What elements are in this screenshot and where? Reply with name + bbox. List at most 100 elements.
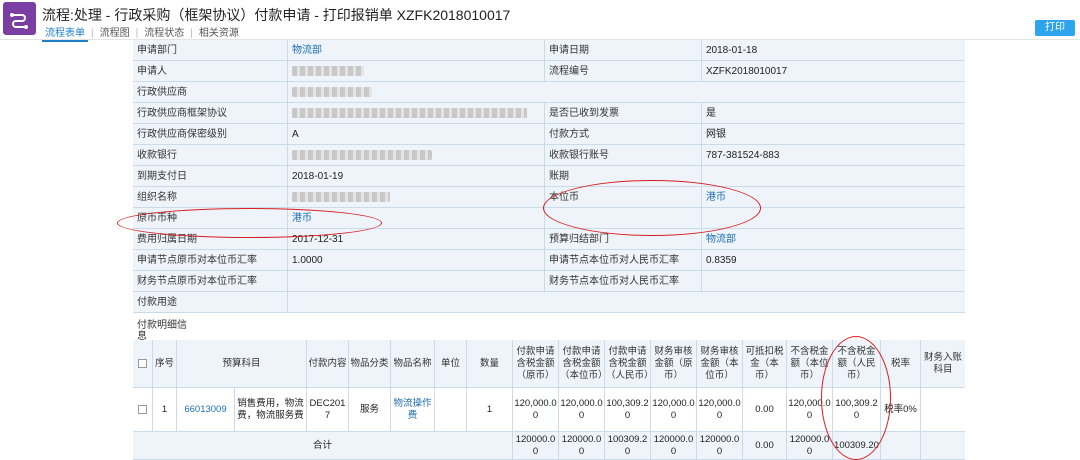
field-value: 1.0000 [288,250,545,271]
total-cell: 120000.00 [559,432,605,460]
total-cell: 0.00 [743,432,787,460]
field-label: 行政供应商保密级别 [133,124,288,145]
total-cell: 120000.00 [651,432,697,460]
column-header: 财务审核金额（原币） [651,340,697,388]
field-value [288,292,965,313]
field-label: 是否已收到发票 [545,103,702,124]
total-cell [881,432,921,460]
tab-resources[interactable]: 相关资源 [196,24,242,39]
field-value [288,271,545,292]
row-checkbox[interactable] [138,405,147,414]
select-all-header [133,340,153,388]
field-value: 网银 [706,129,726,140]
total-cell [921,432,965,460]
form-row: 行政供应商框架协议 是否已收到发票 是 [133,103,965,124]
redacted-value [288,145,545,166]
tab-status[interactable]: 流程状态 [141,24,187,39]
form-row: 组织名称 本位币 港币 [133,187,965,208]
field-value: A [288,124,545,145]
column-header: 不含税金额（人民币） [833,340,881,388]
column-header: 预算科目 [177,340,307,388]
field-value: 2018-01-18 [706,45,758,56]
form-row: 收款银行 收款银行账号 787-381524-883 [133,145,965,166]
column-header: 税率 [881,340,921,388]
column-header: 物品分类 [349,340,391,388]
table-cell: 销售费用，物流费，物流服务费 [235,388,307,432]
field-label: 本位币 [545,187,702,208]
form-row: 申请部门 物流部 申请日期 2018-01-18 [133,40,965,61]
field-label: 账期 [545,166,702,187]
column-header: 财务审核金额（本位币） [697,340,743,388]
field-value: 港币 [706,192,726,203]
column-header: 可抵扣税金（本币） [743,340,787,388]
item-name-link[interactable]: 物流操作费 [391,388,435,432]
field-label: 付款方式 [545,124,702,145]
field-label [545,208,702,229]
table-cell: 1 [153,388,177,432]
field-label: 申请人 [133,61,288,82]
table-cell: 120,000.00 [513,388,559,432]
field-label: 行政供应商 [133,82,288,103]
table-cell: 120,000.00 [697,388,743,432]
field-value: 0.8359 [706,255,737,266]
column-header: 财务入账科目 [921,340,965,388]
header-bar: 流程:处理 - 行政采购（框架协议）付款申请 - 打印报销单 XZFK20180… [0,0,1080,42]
form-frame: 申请部门 物流部 申请日期 2018-01-18 申请人 流程编号 XZFK20… [133,40,965,460]
select-all-checkbox[interactable] [138,359,147,368]
field-label: 费用归属日期 [133,229,288,250]
field-label: 财务节点原币对本位币汇率 [133,271,288,292]
field-label: 组织名称 [133,187,288,208]
workflow-app-icon [3,2,36,35]
form-row: 申请人 流程编号 XZFK2018010017 [133,61,965,82]
field-label: 到期支付日 [133,166,288,187]
column-header: 付款内容 [307,340,349,388]
column-header: 付款申请含税金额（人民币） [605,340,651,388]
total-label: 合计 [133,432,513,460]
field-value: 2018-01-19 [288,166,545,187]
table-cell: DEC2017 [307,388,349,432]
form-row: 到期支付日 2018-01-19 账期 [133,166,965,187]
field-label: 收款银行 [133,145,288,166]
page-title: 流程:处理 - 行政采购（框架协议）付款申请 - 打印报销单 XZFK20180… [42,7,511,23]
field-value [702,208,965,229]
column-header: 不含税金额（本位币） [787,340,833,388]
redacted-value [288,82,965,103]
table-cell [921,388,965,432]
field-value: 物流部 [706,234,736,245]
form-row: 行政供应商保密级别 A 付款方式 网银 [133,124,965,145]
print-button[interactable]: 打印 [1035,20,1075,36]
column-header: 数量 [467,340,513,388]
total-cell: 120000.00 [697,432,743,460]
table-cell: 120,000.00 [787,388,833,432]
redacted-value [288,187,545,208]
redacted-value [288,103,545,124]
table-cell: 100,309.20 [833,388,881,432]
redacted-value [288,61,545,82]
tab-flowchart[interactable]: 流程图 [97,24,133,39]
total-cell: 120000.00 [513,432,559,460]
field-label: 申请部门 [133,40,288,61]
field-label: 付款用途 [133,292,288,313]
field-value: 物流部 [288,40,545,61]
total-cell: 100309.20 [605,432,651,460]
table-cell: 100,309.20 [605,388,651,432]
table-cell: 税率0% [881,388,921,432]
table-cell: 0.00 [743,388,787,432]
field-value: XZFK2018010017 [706,66,788,77]
field-label: 申请节点原币对本位币汇率 [133,250,288,271]
field-value: 2017-12-31 [288,229,545,250]
field-value [702,166,965,187]
field-value: 港币 [288,208,545,229]
column-header: 付款申请含税金额（原币） [513,340,559,388]
field-label: 申请日期 [545,40,702,61]
budget-code-link[interactable]: 66013009 [177,388,235,432]
field-value: 是 [706,108,716,119]
tab-form[interactable]: 流程表单 [42,24,88,42]
field-label: 预算归结部门 [545,229,702,250]
field-label: 流程编号 [545,61,702,82]
column-header: 单位 [435,340,467,388]
column-header: 付款申请含税金额（本位币） [559,340,605,388]
field-label: 申请节点本位币对人民币汇率 [545,250,702,271]
form-row: 原币币种 港币 [133,208,965,229]
table-cell [435,388,467,432]
